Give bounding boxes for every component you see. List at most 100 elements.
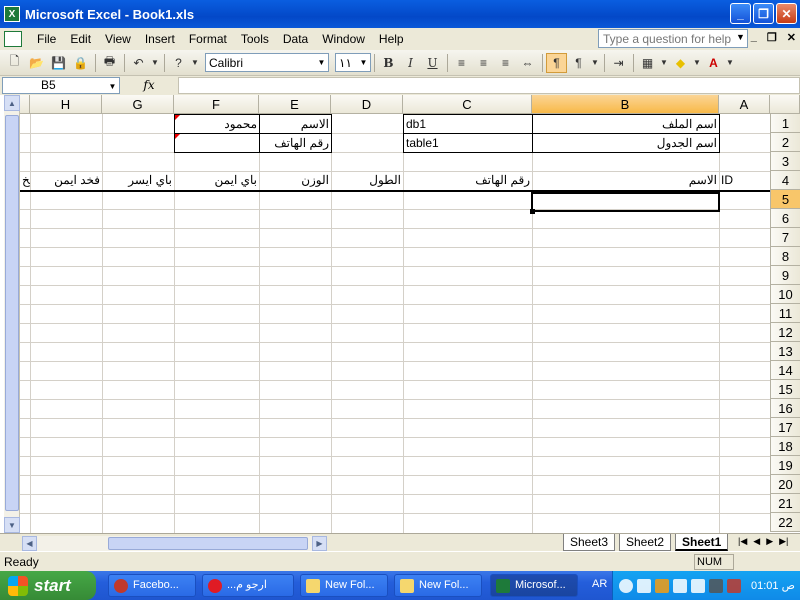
font-name-select[interactable]: Calibri ▼: [205, 53, 329, 72]
borders-icon[interactable]: ▦: [637, 53, 658, 73]
underline-button[interactable]: U: [422, 53, 443, 73]
start-button[interactable]: start: [0, 571, 96, 600]
help-search-input[interactable]: Type a question for help: [598, 29, 748, 48]
row-header-22[interactable]: 22: [770, 513, 800, 532]
cell-b2[interactable]: اسم الجدول: [532, 133, 720, 153]
column-header-h[interactable]: H: [30, 95, 102, 114]
scroll-left-icon[interactable]: ◀: [22, 536, 37, 551]
network-icon[interactable]: [637, 578, 651, 593]
fill-handle[interactable]: [530, 209, 535, 214]
cell-c2[interactable]: table1: [403, 133, 533, 153]
row-header-5[interactable]: 5: [770, 190, 800, 209]
row-header-4[interactable]: 4: [770, 171, 800, 190]
restore-button[interactable]: ❐: [753, 3, 774, 24]
cell-f2[interactable]: [174, 133, 260, 153]
row-header-17[interactable]: 17: [770, 418, 800, 437]
scroll-down-icon[interactable]: ▼: [4, 517, 20, 533]
workbook-icon[interactable]: [4, 31, 22, 47]
font-size-select[interactable]: ١١ ▼: [335, 53, 371, 72]
indent-icon[interactable]: ⇥: [608, 53, 629, 73]
tab-sheet1[interactable]: Sheet1: [675, 534, 729, 551]
left-to-right-icon[interactable]: ¶: [546, 52, 567, 73]
save-icon[interactable]: 💾: [48, 53, 69, 73]
permission-icon[interactable]: 🔒: [70, 53, 91, 73]
cell-e4[interactable]: الوزن: [259, 171, 331, 190]
doc-restore-icon[interactable]: ❐: [767, 31, 777, 44]
doc-close-icon[interactable]: ✕: [787, 31, 796, 44]
cell-c4[interactable]: رقم الهاتف: [403, 171, 532, 190]
column-header-i[interactable]: [20, 95, 30, 114]
rtl-dropdown-icon[interactable]: ▼: [590, 53, 600, 73]
scroll-right-icon[interactable]: ▶: [312, 536, 327, 551]
row-header-1[interactable]: 1: [770, 114, 800, 133]
menu-file[interactable]: File: [30, 32, 63, 46]
column-header-b[interactable]: B: [532, 95, 719, 114]
select-all-corner[interactable]: [770, 95, 800, 114]
cell-b1[interactable]: اسم الملف: [532, 114, 720, 134]
formula-input[interactable]: [178, 76, 800, 94]
scroll-up-icon[interactable]: ▲: [4, 95, 20, 111]
minimize-button[interactable]: _: [730, 3, 751, 24]
last-sheet-icon[interactable]: ▶|: [779, 536, 788, 547]
taskbar-button-folder-2[interactable]: New Fol...: [394, 574, 482, 597]
messenger-icon[interactable]: [673, 578, 687, 593]
cell-f1[interactable]: محمود: [174, 114, 260, 134]
row-header-19[interactable]: 19: [770, 456, 800, 475]
toolbar-options-icon[interactable]: ▼: [190, 53, 200, 73]
comment-indicator[interactable]: [175, 115, 180, 120]
cell-e2[interactable]: رقم الهاتف: [259, 133, 332, 153]
menu-window[interactable]: Window: [315, 32, 372, 46]
align-center-icon[interactable]: ≡: [473, 53, 494, 73]
row-header-15[interactable]: 15: [770, 380, 800, 399]
volume-icon[interactable]: [691, 578, 705, 593]
insert-function-icon[interactable]: fx: [120, 78, 178, 92]
open-icon[interactable]: 📂: [26, 53, 47, 73]
row-header-16[interactable]: 16: [770, 399, 800, 418]
fill-color-icon[interactable]: ◆: [670, 53, 691, 73]
font-color-dropdown-icon[interactable]: ▼: [725, 53, 735, 73]
help-icon[interactable]: ?: [168, 53, 189, 73]
font-color-icon[interactable]: A: [703, 53, 724, 73]
row-header-8[interactable]: 8: [770, 247, 800, 266]
scroll-thumb[interactable]: [5, 115, 19, 511]
horizontal-scrollbar[interactable]: ◀ ▶: [22, 536, 327, 551]
cell-b4[interactable]: الاسم: [532, 171, 719, 190]
active-cell-b5[interactable]: [531, 192, 720, 212]
tab-sheet2[interactable]: Sheet2: [619, 534, 672, 551]
borders-dropdown-icon[interactable]: ▼: [659, 53, 669, 73]
undo-dropdown-icon[interactable]: ▼: [150, 53, 160, 73]
column-header-a[interactable]: A: [719, 95, 770, 114]
row-header-14[interactable]: 14: [770, 361, 800, 380]
menu-edit[interactable]: Edit: [63, 32, 98, 46]
new-icon[interactable]: 🗋: [4, 53, 25, 73]
column-header-d[interactable]: D: [331, 95, 403, 114]
prev-sheet-icon[interactable]: ◀: [753, 536, 760, 547]
chevron-down-icon[interactable]: ▼: [107, 79, 118, 94]
scroll-thumb[interactable]: [108, 537, 308, 550]
chevron-down-icon[interactable]: ▼: [316, 55, 327, 70]
right-to-left-icon[interactable]: ¶: [568, 53, 589, 73]
help-dropdown-icon[interactable]: ▼: [736, 32, 745, 42]
column-header-e[interactable]: E: [259, 95, 331, 114]
align-right-icon[interactable]: ≡: [495, 53, 516, 73]
chevron-down-icon[interactable]: ▼: [358, 55, 369, 70]
cell-g4[interactable]: باي ايسر: [102, 171, 174, 190]
cell-f4[interactable]: باي ايمن: [174, 171, 259, 190]
media-icon[interactable]: [655, 578, 669, 593]
cell-a4[interactable]: ID: [719, 171, 770, 190]
comment-indicator[interactable]: [175, 134, 180, 139]
menu-data[interactable]: Data: [276, 32, 315, 46]
menu-format[interactable]: Format: [182, 32, 234, 46]
print-icon[interactable]: 🖶: [99, 53, 120, 73]
column-header-f[interactable]: F: [174, 95, 259, 114]
tab-sheet3[interactable]: Sheet3: [563, 534, 616, 551]
row-header-9[interactable]: 9: [770, 266, 800, 285]
column-header-g[interactable]: G: [102, 95, 174, 114]
excel-icon[interactable]: X: [4, 6, 20, 22]
close-button[interactable]: ✕: [776, 3, 797, 24]
antivirus-icon[interactable]: [709, 578, 723, 593]
row-header-21[interactable]: 21: [770, 494, 800, 513]
cell-d4[interactable]: الطول: [331, 171, 403, 190]
row-header-6[interactable]: 6: [770, 209, 800, 228]
cell-c1[interactable]: db1: [403, 114, 533, 134]
